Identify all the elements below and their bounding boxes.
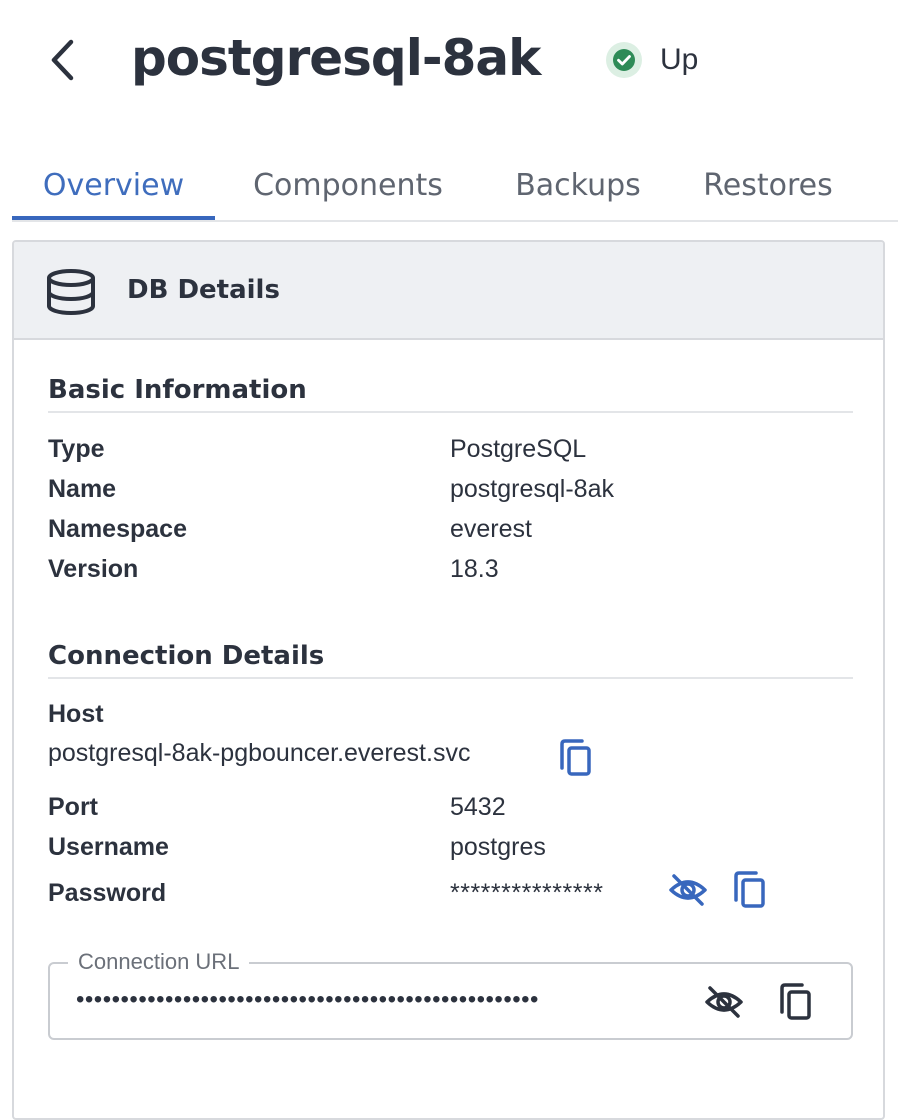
divider — [48, 411, 853, 413]
port-label: Port — [48, 793, 98, 821]
password-label: Password — [48, 879, 167, 907]
username-value: postgres — [450, 833, 546, 861]
chevron-left-icon — [51, 39, 74, 81]
toggle-url-visibility-button[interactable] — [700, 980, 748, 1024]
status-badge: Up — [604, 40, 698, 80]
connection-url-field[interactable]: Connection URL •••••••••••••••••••••••••… — [48, 948, 853, 1040]
username-label: Username — [48, 833, 169, 861]
back-button[interactable] — [40, 36, 84, 84]
tab-restores[interactable]: Restores — [688, 150, 848, 220]
check-circle-icon — [606, 42, 642, 78]
eye-off-icon — [705, 986, 743, 1018]
connection-details-title: Connection Details — [48, 641, 325, 671]
namespace-value: everest — [450, 515, 532, 543]
active-tab-indicator — [12, 216, 215, 220]
tab-components[interactable]: Components — [226, 150, 470, 220]
toggle-password-visibility-button[interactable] — [664, 868, 712, 912]
copy-url-button[interactable] — [772, 980, 820, 1024]
status-label: Up — [660, 43, 699, 76]
database-icon — [44, 268, 98, 321]
copy-host-button[interactable] — [552, 736, 600, 780]
namespace-label: Namespace — [48, 515, 187, 543]
divider — [48, 677, 853, 679]
copy-password-button[interactable] — [726, 868, 774, 912]
db-details-card: DB Details Basic Information Type Postgr… — [12, 240, 885, 1120]
card-title: DB Details — [127, 275, 280, 305]
eye-off-icon — [669, 874, 707, 906]
name-value: postgresql-8ak — [450, 475, 614, 503]
port-value: 5432 — [450, 793, 506, 821]
password-value: *************** — [450, 879, 604, 907]
page-title: postgresql-8ak — [131, 29, 541, 87]
copy-icon — [780, 983, 811, 1020]
version-value: 18.3 — [450, 555, 499, 583]
connection-url-value: ••••••••••••••••••••••••••••••••••••••••… — [76, 986, 539, 1013]
host-value: postgresql-8ak-pgbouncer.everest.svc — [48, 739, 471, 767]
tab-overview[interactable]: Overview — [12, 150, 215, 220]
copy-icon — [734, 871, 765, 908]
copy-icon — [560, 739, 591, 776]
tab-backups[interactable]: Backups — [492, 150, 664, 220]
host-label: Host — [48, 700, 104, 728]
name-label: Name — [48, 475, 117, 503]
type-value: PostgreSQL — [450, 435, 587, 463]
type-label: Type — [48, 435, 105, 463]
version-label: Version — [48, 555, 139, 583]
page-header: postgresql-8ak Up — [0, 0, 898, 120]
connection-url-label: Connection URL — [68, 948, 250, 976]
basic-information-title: Basic Information — [48, 375, 307, 405]
card-header: DB Details — [14, 242, 883, 340]
tab-bar: Overview Components Backups Restores — [12, 150, 898, 222]
